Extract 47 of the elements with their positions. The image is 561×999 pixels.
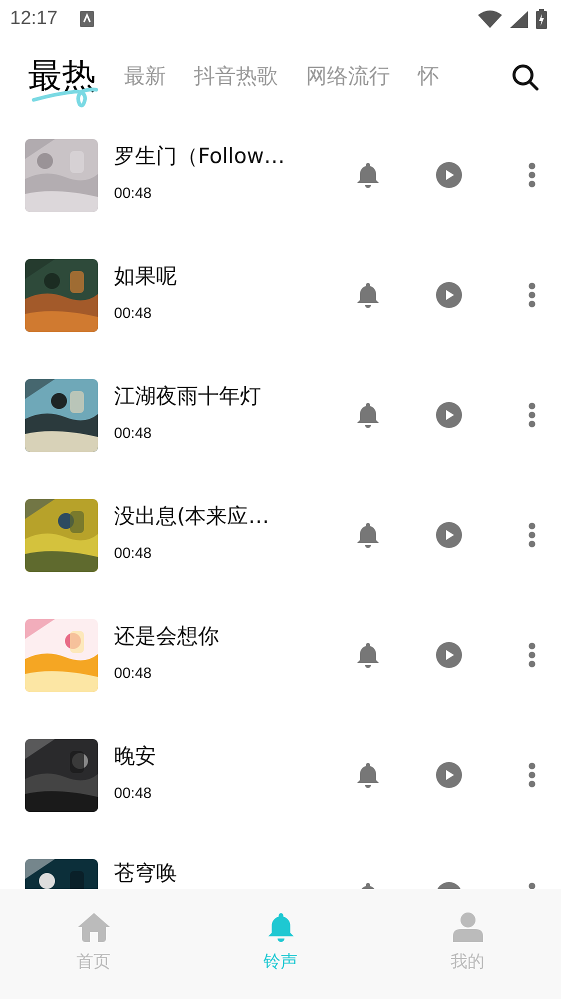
signal-icon <box>510 10 528 28</box>
song-title: 苍穹唤 <box>114 861 178 886</box>
set-ringtone-bell-button[interactable] <box>356 642 380 668</box>
song-title: 如果呢 <box>114 264 178 290</box>
set-ringtone-bell-button[interactable] <box>356 402 380 428</box>
song-duration: 00:48 <box>114 784 153 804</box>
person-icon <box>452 912 482 942</box>
home-icon <box>78 912 110 942</box>
song-duration: 00:48 <box>114 664 153 684</box>
category-tab[interactable]: 网络流行 <box>306 60 390 92</box>
song-title: 江湖夜雨十年灯 <box>114 384 262 410</box>
set-ringtone-bell-button[interactable] <box>356 762 380 788</box>
keyboard-notification-icon <box>80 11 94 27</box>
play-button[interactable] <box>436 402 462 428</box>
play-button[interactable] <box>436 282 462 308</box>
set-ringtone-bell-button[interactable] <box>356 522 380 548</box>
song-title: 罗生门（Follow… <box>114 144 286 170</box>
song-title: 没出息(本来应… <box>114 504 270 530</box>
play-button[interactable] <box>436 522 462 548</box>
play-button[interactable] <box>436 642 462 668</box>
play-button[interactable] <box>436 162 462 188</box>
bottom-nav-tab[interactable]: 首页 <box>0 912 187 976</box>
play-button[interactable] <box>436 762 462 788</box>
bottom-nav-tab[interactable]: 我的 <box>374 912 561 976</box>
category-tab[interactable]: 抖音热歌 <box>194 60 278 92</box>
more-options-button[interactable] <box>528 282 536 308</box>
category-tab[interactable]: 最新 <box>124 60 166 92</box>
song-duration: 00:48 <box>114 424 153 444</box>
set-ringtone-bell-button[interactable] <box>356 162 380 188</box>
song-title: 晚安 <box>114 744 157 770</box>
song-duration: 00:48 <box>114 304 153 324</box>
song-title: 还是会想你 <box>114 624 220 650</box>
more-options-button[interactable] <box>528 162 536 188</box>
status-time: 12:17 <box>10 6 58 31</box>
more-options-button[interactable] <box>528 402 536 428</box>
more-options-button[interactable] <box>528 762 536 788</box>
category-tab[interactable]: 怀 <box>418 60 439 92</box>
bottom-nav-tab[interactable]: 铃声 <box>187 912 374 976</box>
bell-icon <box>266 912 294 942</box>
set-ringtone-bell-button[interactable] <box>356 282 380 308</box>
more-options-button[interactable] <box>528 642 536 668</box>
wifi-icon <box>478 10 502 28</box>
more-options-button[interactable] <box>528 522 536 548</box>
battery-charging-icon <box>536 9 547 29</box>
search-button[interactable] <box>511 62 539 90</box>
song-duration: 00:48 <box>114 184 153 204</box>
song-duration: 00:48 <box>114 544 153 564</box>
